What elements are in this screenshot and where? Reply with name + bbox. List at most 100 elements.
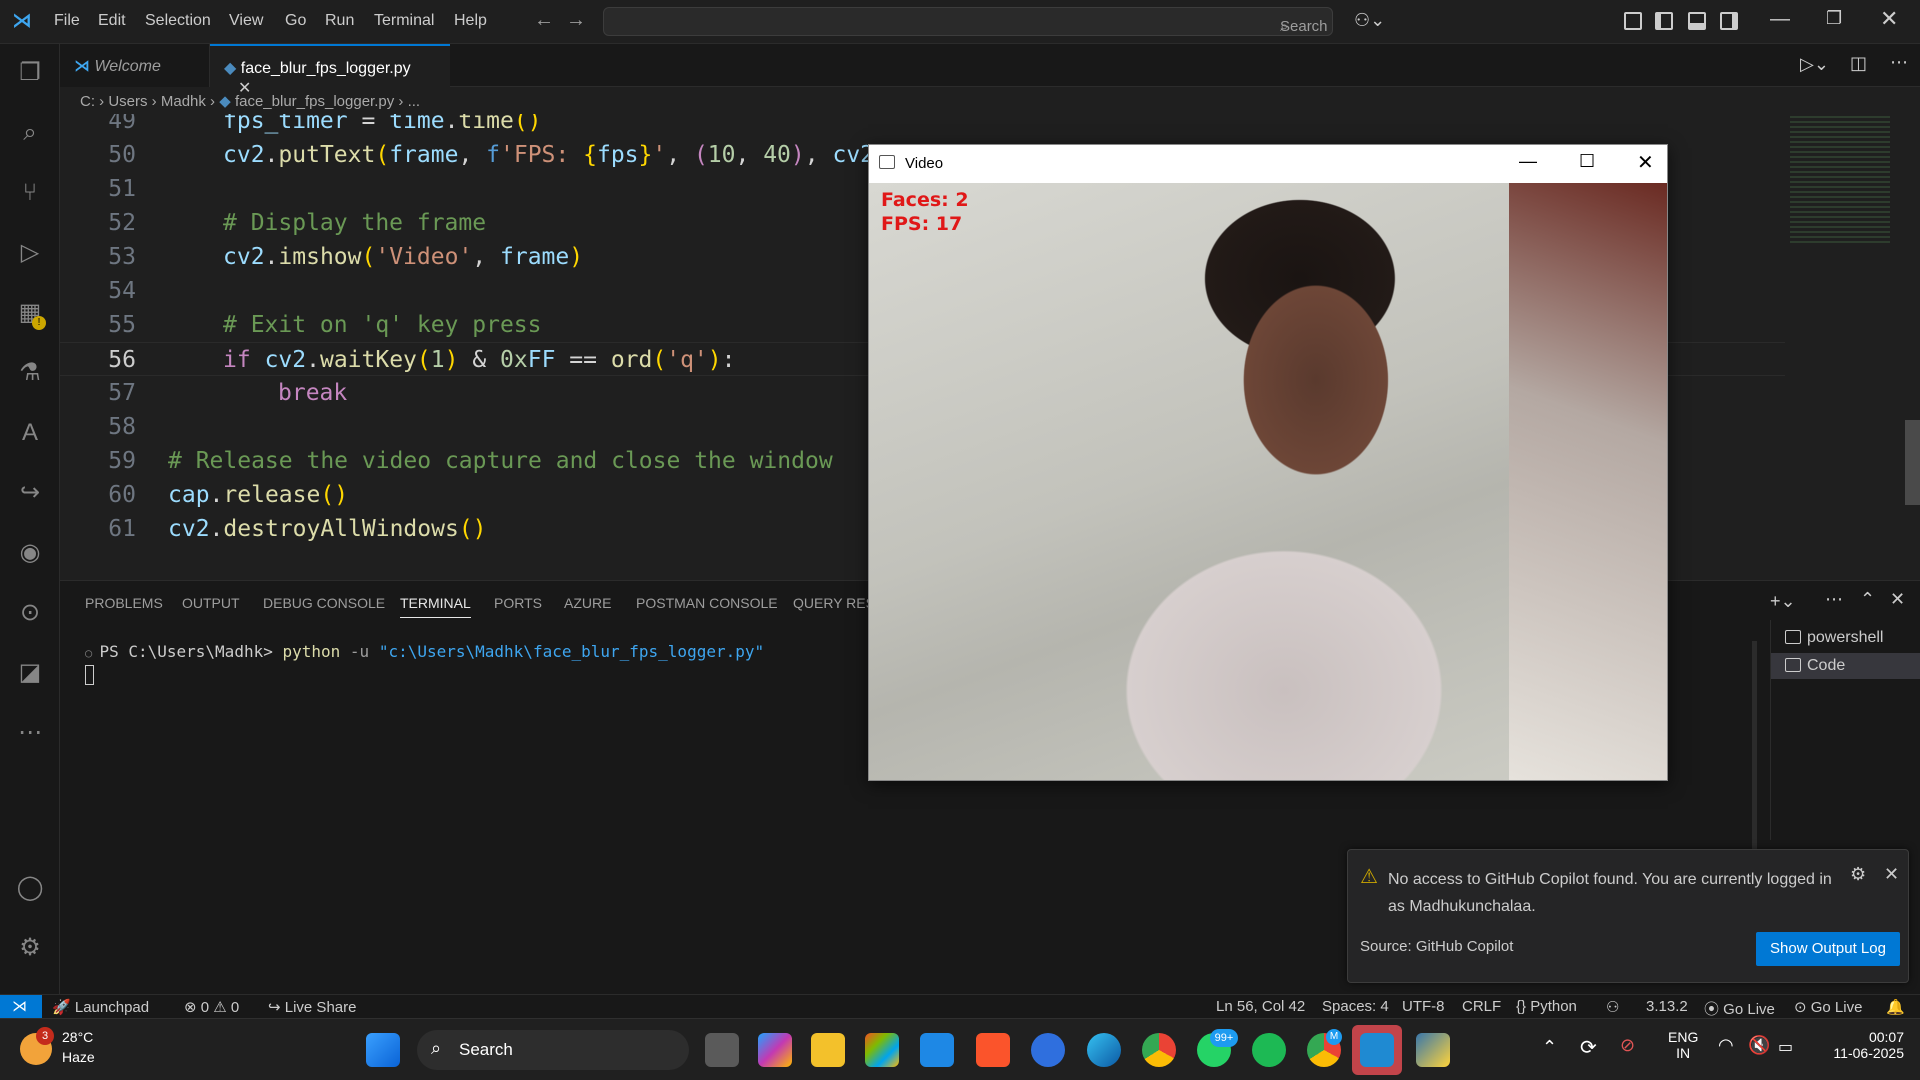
back-arrow-icon[interactable]: ← — [534, 9, 554, 32]
notification-close-icon[interactable]: ✕ — [1884, 864, 1899, 885]
brave-browser-icon[interactable] — [976, 1033, 1010, 1067]
video-maximize-icon[interactable]: ☐ — [1579, 151, 1595, 172]
breadcrumb-file[interactable]: face_blur_fps_logger.py — [235, 93, 394, 110]
go-live-2[interactable]: ⊙ Go Live — [1794, 998, 1862, 1016]
show-hidden-icons-icon[interactable]: ⌃ — [1542, 1037, 1557, 1058]
language-mode[interactable]: {} Python — [1516, 998, 1577, 1015]
edge-icon[interactable] — [1087, 1033, 1121, 1067]
clock[interactable]: 00:07 11-06-2025 — [1818, 1029, 1904, 1061]
close-panel-icon[interactable]: ✕ — [1890, 589, 1905, 610]
problems-item[interactable]: ⊗ 0 ⚠ 0 — [184, 998, 239, 1016]
python-version[interactable]: 3.13.2 — [1646, 998, 1688, 1015]
more-icon[interactable]: ⋯ — [16, 719, 44, 747]
tab-output[interactable]: OUTPUT — [182, 595, 240, 611]
command-search-box[interactable]: ⌕ Search — [603, 7, 1333, 36]
settings-gear-icon[interactable]: ⚙ — [16, 934, 44, 962]
breadcrumb-user[interactable]: Madhk — [161, 93, 206, 110]
editor-scrollbar[interactable] — [1905, 420, 1920, 505]
file-explorer-icon[interactable] — [811, 1033, 845, 1067]
run-debug-icon[interactable]: ▷ — [16, 239, 44, 267]
menu-view[interactable]: View — [229, 12, 263, 30]
indentation[interactable]: Spaces: 4 — [1322, 998, 1389, 1015]
wifi-icon[interactable]: ◠ — [1718, 1035, 1734, 1056]
accounts-icon[interactable]: ◯ — [16, 874, 44, 902]
toggle-secondary-sidebar-icon[interactable] — [1720, 12, 1738, 30]
cursor-position[interactable]: Ln 56, Col 42 — [1216, 998, 1305, 1015]
tray-app-icon[interactable]: ⊘ — [1620, 1035, 1635, 1056]
video-minimize-icon[interactable]: — — [1519, 151, 1537, 172]
tab-welcome[interactable]: ⋊ Welcome — [60, 44, 210, 87]
terminal-item-code[interactable]: Code — [1771, 653, 1920, 679]
menu-terminal[interactable]: Terminal — [374, 12, 434, 30]
task-view-icon[interactable] — [705, 1033, 739, 1067]
live-share-icon[interactable]: ↪ — [16, 479, 44, 507]
taskbar-search[interactable]: ⌕ Search — [417, 1030, 689, 1070]
breadcrumb-users[interactable]: Users — [108, 93, 147, 110]
notification-settings-icon[interactable]: ⚙ — [1850, 864, 1866, 885]
video-close-icon[interactable]: ✕ — [1637, 150, 1654, 175]
menu-file[interactable]: File — [54, 12, 80, 30]
database-icon[interactable]: ◪ — [16, 659, 44, 687]
spotify-icon[interactable] — [1252, 1033, 1286, 1067]
menu-help[interactable]: Help — [454, 12, 487, 30]
go-live-1[interactable]: ⦿ Go Live — [1704, 998, 1775, 1019]
customize-layout-icon[interactable] — [1624, 12, 1642, 30]
toggle-sidebar-icon[interactable] — [1655, 12, 1673, 30]
encoding[interactable]: UTF-8 — [1402, 998, 1445, 1015]
terminal-scrollbar[interactable] — [1752, 641, 1757, 851]
end-of-line[interactable]: CRLF — [1462, 998, 1501, 1015]
breadcrumb-drive[interactable]: C: — [80, 93, 95, 110]
editor-more-icon[interactable]: ⋯ — [1890, 52, 1908, 73]
toggle-panel-icon[interactable] — [1688, 12, 1706, 30]
close-window-icon[interactable]: ✕ — [1880, 6, 1898, 32]
split-editor-icon[interactable]: ◫ — [1850, 53, 1867, 74]
notifications-bell-icon[interactable]: 🔔 — [1886, 998, 1905, 1016]
show-output-log-button[interactable]: Show Output Log — [1756, 932, 1900, 966]
tab-terminal[interactable]: TERMINAL — [400, 595, 471, 618]
search-icon[interactable]: ⌕ — [16, 119, 44, 147]
panel-more-icon[interactable]: ⋯ — [1825, 589, 1843, 610]
live-share-item[interactable]: ↪ Live Share — [268, 998, 356, 1016]
windows-start-icon[interactable] — [366, 1033, 400, 1067]
language-indicator[interactable]: ENG IN — [1668, 1029, 1698, 1061]
microsoft-store-icon[interactable] — [865, 1033, 899, 1067]
gitlens-icon[interactable]: ⊙ — [16, 599, 44, 627]
menu-run[interactable]: Run — [325, 12, 354, 30]
chrome-icon[interactable] — [1142, 1033, 1176, 1067]
tab-face-blur-file[interactable]: ◆ face_blur_fps_logger.py ✕ — [210, 44, 450, 97]
copilot-icon[interactable]: ⚇⌄ — [1354, 10, 1385, 31]
source-control-icon[interactable]: ⑂ — [16, 179, 44, 207]
postman-icon[interactable]: ◉ — [16, 539, 44, 567]
volume-muted-icon[interactable]: 🔇 — [1748, 1035, 1770, 1056]
menu-go[interactable]: Go — [285, 12, 306, 30]
testing-icon[interactable]: ⚗ — [16, 359, 44, 387]
breadcrumb-more[interactable]: ... — [408, 93, 421, 110]
minimap[interactable] — [1785, 114, 1905, 579]
tab-ports[interactable]: PORTS — [494, 595, 542, 611]
copilot-status-icon[interactable]: ⚇ — [1606, 998, 1619, 1016]
terminal-item-powershell[interactable]: powershell — [1771, 625, 1920, 651]
launchpad-item[interactable]: 🚀 Launchpad — [52, 998, 149, 1016]
explorer-icon[interactable]: ❐ — [16, 59, 44, 87]
tab-postman-console[interactable]: POSTMAN CONSOLE — [636, 595, 778, 611]
battery-icon[interactable]: ▭ — [1778, 1037, 1793, 1057]
tab-debug-console[interactable]: DEBUG CONSOLE — [263, 595, 385, 611]
forward-arrow-icon[interactable]: → — [566, 9, 586, 32]
menu-selection[interactable]: Selection — [145, 12, 211, 30]
menu-edit[interactable]: Edit — [98, 12, 126, 30]
azure-icon[interactable]: A — [16, 419, 44, 447]
run-file-icon[interactable]: ▷⌄ — [1800, 54, 1829, 75]
new-terminal-icon[interactable]: +⌄ — [1770, 591, 1796, 612]
maximize-panel-icon[interactable]: ⌃ — [1860, 589, 1875, 610]
appstore-icon[interactable] — [1031, 1033, 1065, 1067]
minimize-icon[interactable]: — — [1770, 8, 1790, 31]
sync-icon[interactable]: ⟳ — [1580, 1035, 1597, 1060]
python-taskbar-icon[interactable] — [1416, 1033, 1450, 1067]
copilot-app-icon[interactable] — [758, 1033, 792, 1067]
app-icon[interactable] — [920, 1033, 954, 1067]
restore-icon[interactable]: ❐ — [1826, 8, 1842, 29]
video-window-titlebar[interactable]: Video — ☐ ✕ — [869, 145, 1667, 183]
tab-problems[interactable]: PROBLEMS — [85, 595, 163, 611]
remote-indicator[interactable]: ⋊ — [0, 995, 42, 1019]
tab-azure[interactable]: AZURE — [564, 595, 611, 611]
